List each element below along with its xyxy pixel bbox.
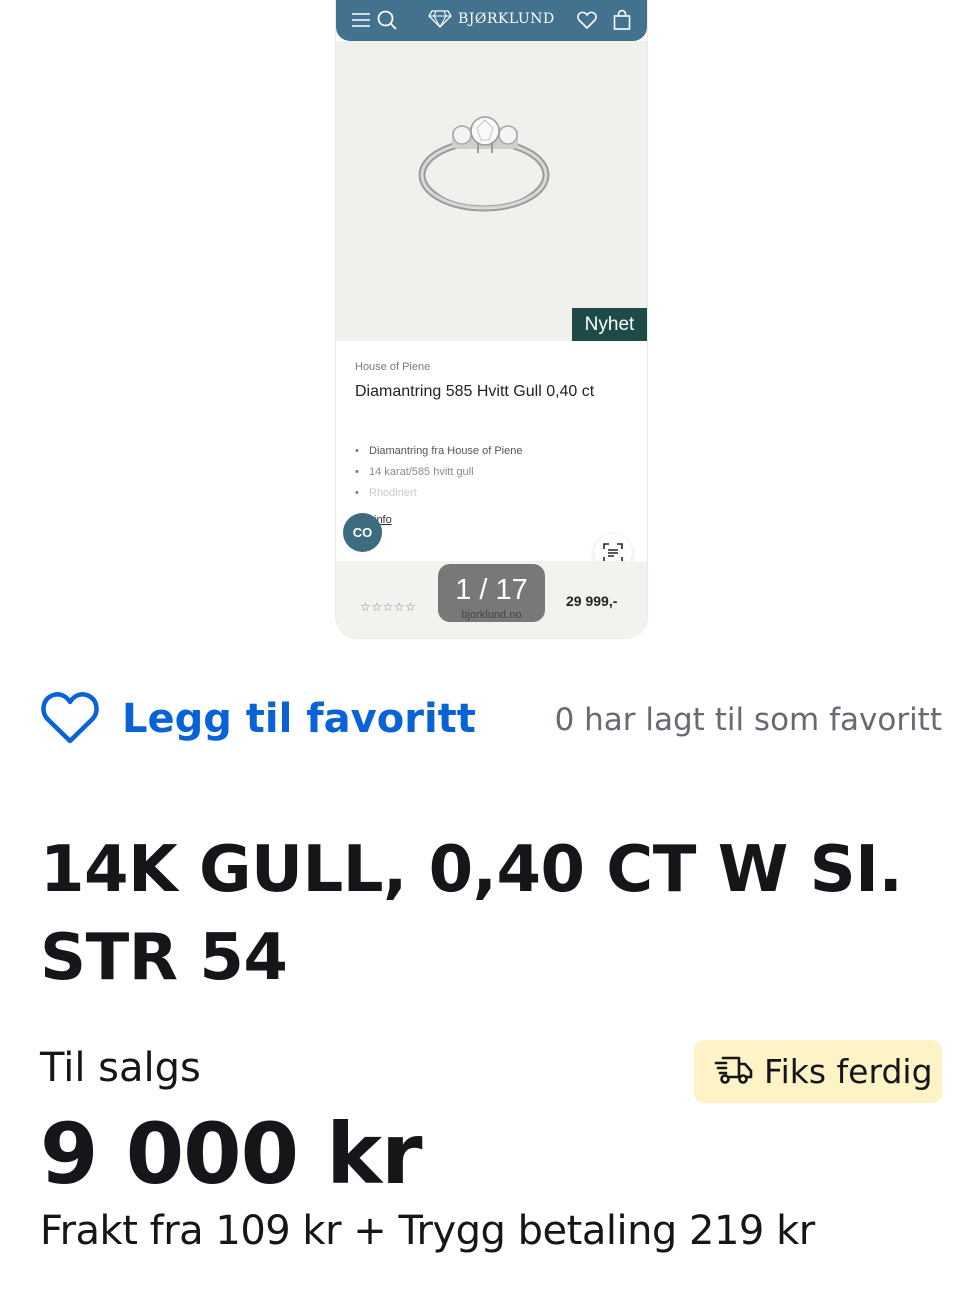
add-favorite-button[interactable]: Legg til favoritt	[122, 694, 476, 744]
shopping-bag-icon	[611, 9, 633, 31]
product-photo: Nyhet	[336, 41, 647, 341]
delivery-truck-icon	[714, 1053, 754, 1091]
co-button: CO	[343, 513, 382, 552]
heart-outline-icon[interactable]	[40, 690, 100, 746]
feature-item: 14 karat/585 hvitt gull	[355, 465, 522, 486]
image-source: bjorklund.no	[461, 609, 522, 621]
new-badge: Nyhet	[572, 308, 647, 341]
favorite-count: 0 har lagt til som favoritt	[554, 702, 942, 738]
store-brand-name: BJØRKLUND	[458, 11, 555, 27]
listing-price: 9 000 kr	[40, 1105, 423, 1203]
product-image[interactable]: BJØRKLUND Nyhet House of Piene Diamantri…	[336, 0, 647, 638]
feature-item: Rhodinert	[355, 486, 522, 507]
product-footer: ☆☆☆☆☆ 29 999,- 1 / 17 bjorklund.no	[336, 561, 647, 638]
product-title: Diamantring 585 Hvitt Gull 0,40 ct	[355, 383, 595, 400]
heart-icon	[576, 9, 598, 31]
store-logo: BJØRKLUND	[428, 9, 555, 29]
image-counter-value: 1 / 17	[455, 574, 528, 606]
product-maker: House of Piene	[355, 361, 431, 373]
feature-list: Diamantring fra House of Piene 14 karat/…	[355, 444, 522, 507]
store-topbar: BJØRKLUND	[336, 0, 647, 41]
image-counter: 1 / 17 bjorklund.no	[438, 564, 545, 622]
ring-image	[418, 116, 550, 212]
store-price: 29 999,-	[566, 593, 618, 609]
search-icon	[376, 9, 398, 31]
menu-icon	[350, 9, 372, 31]
favorite-row: Legg til favoritt 0 har lagt til som fav…	[40, 690, 942, 750]
listing-title: 14K GULL, 0,40 CT W SI. STR 54	[40, 833, 903, 995]
shipping-badge-label: Fiks ferdig	[764, 1052, 933, 1091]
shipping-badge: Fiks ferdig	[694, 1040, 942, 1103]
diamond-icon	[428, 10, 452, 28]
sale-status: Til salgs	[40, 1045, 201, 1091]
rating-stars-icon: ☆☆☆☆☆	[360, 600, 417, 614]
shipping-info: Frakt fra 109 kr + Trygg betaling 219 kr	[40, 1208, 815, 1254]
feature-item: Diamantring fra House of Piene	[355, 444, 522, 465]
